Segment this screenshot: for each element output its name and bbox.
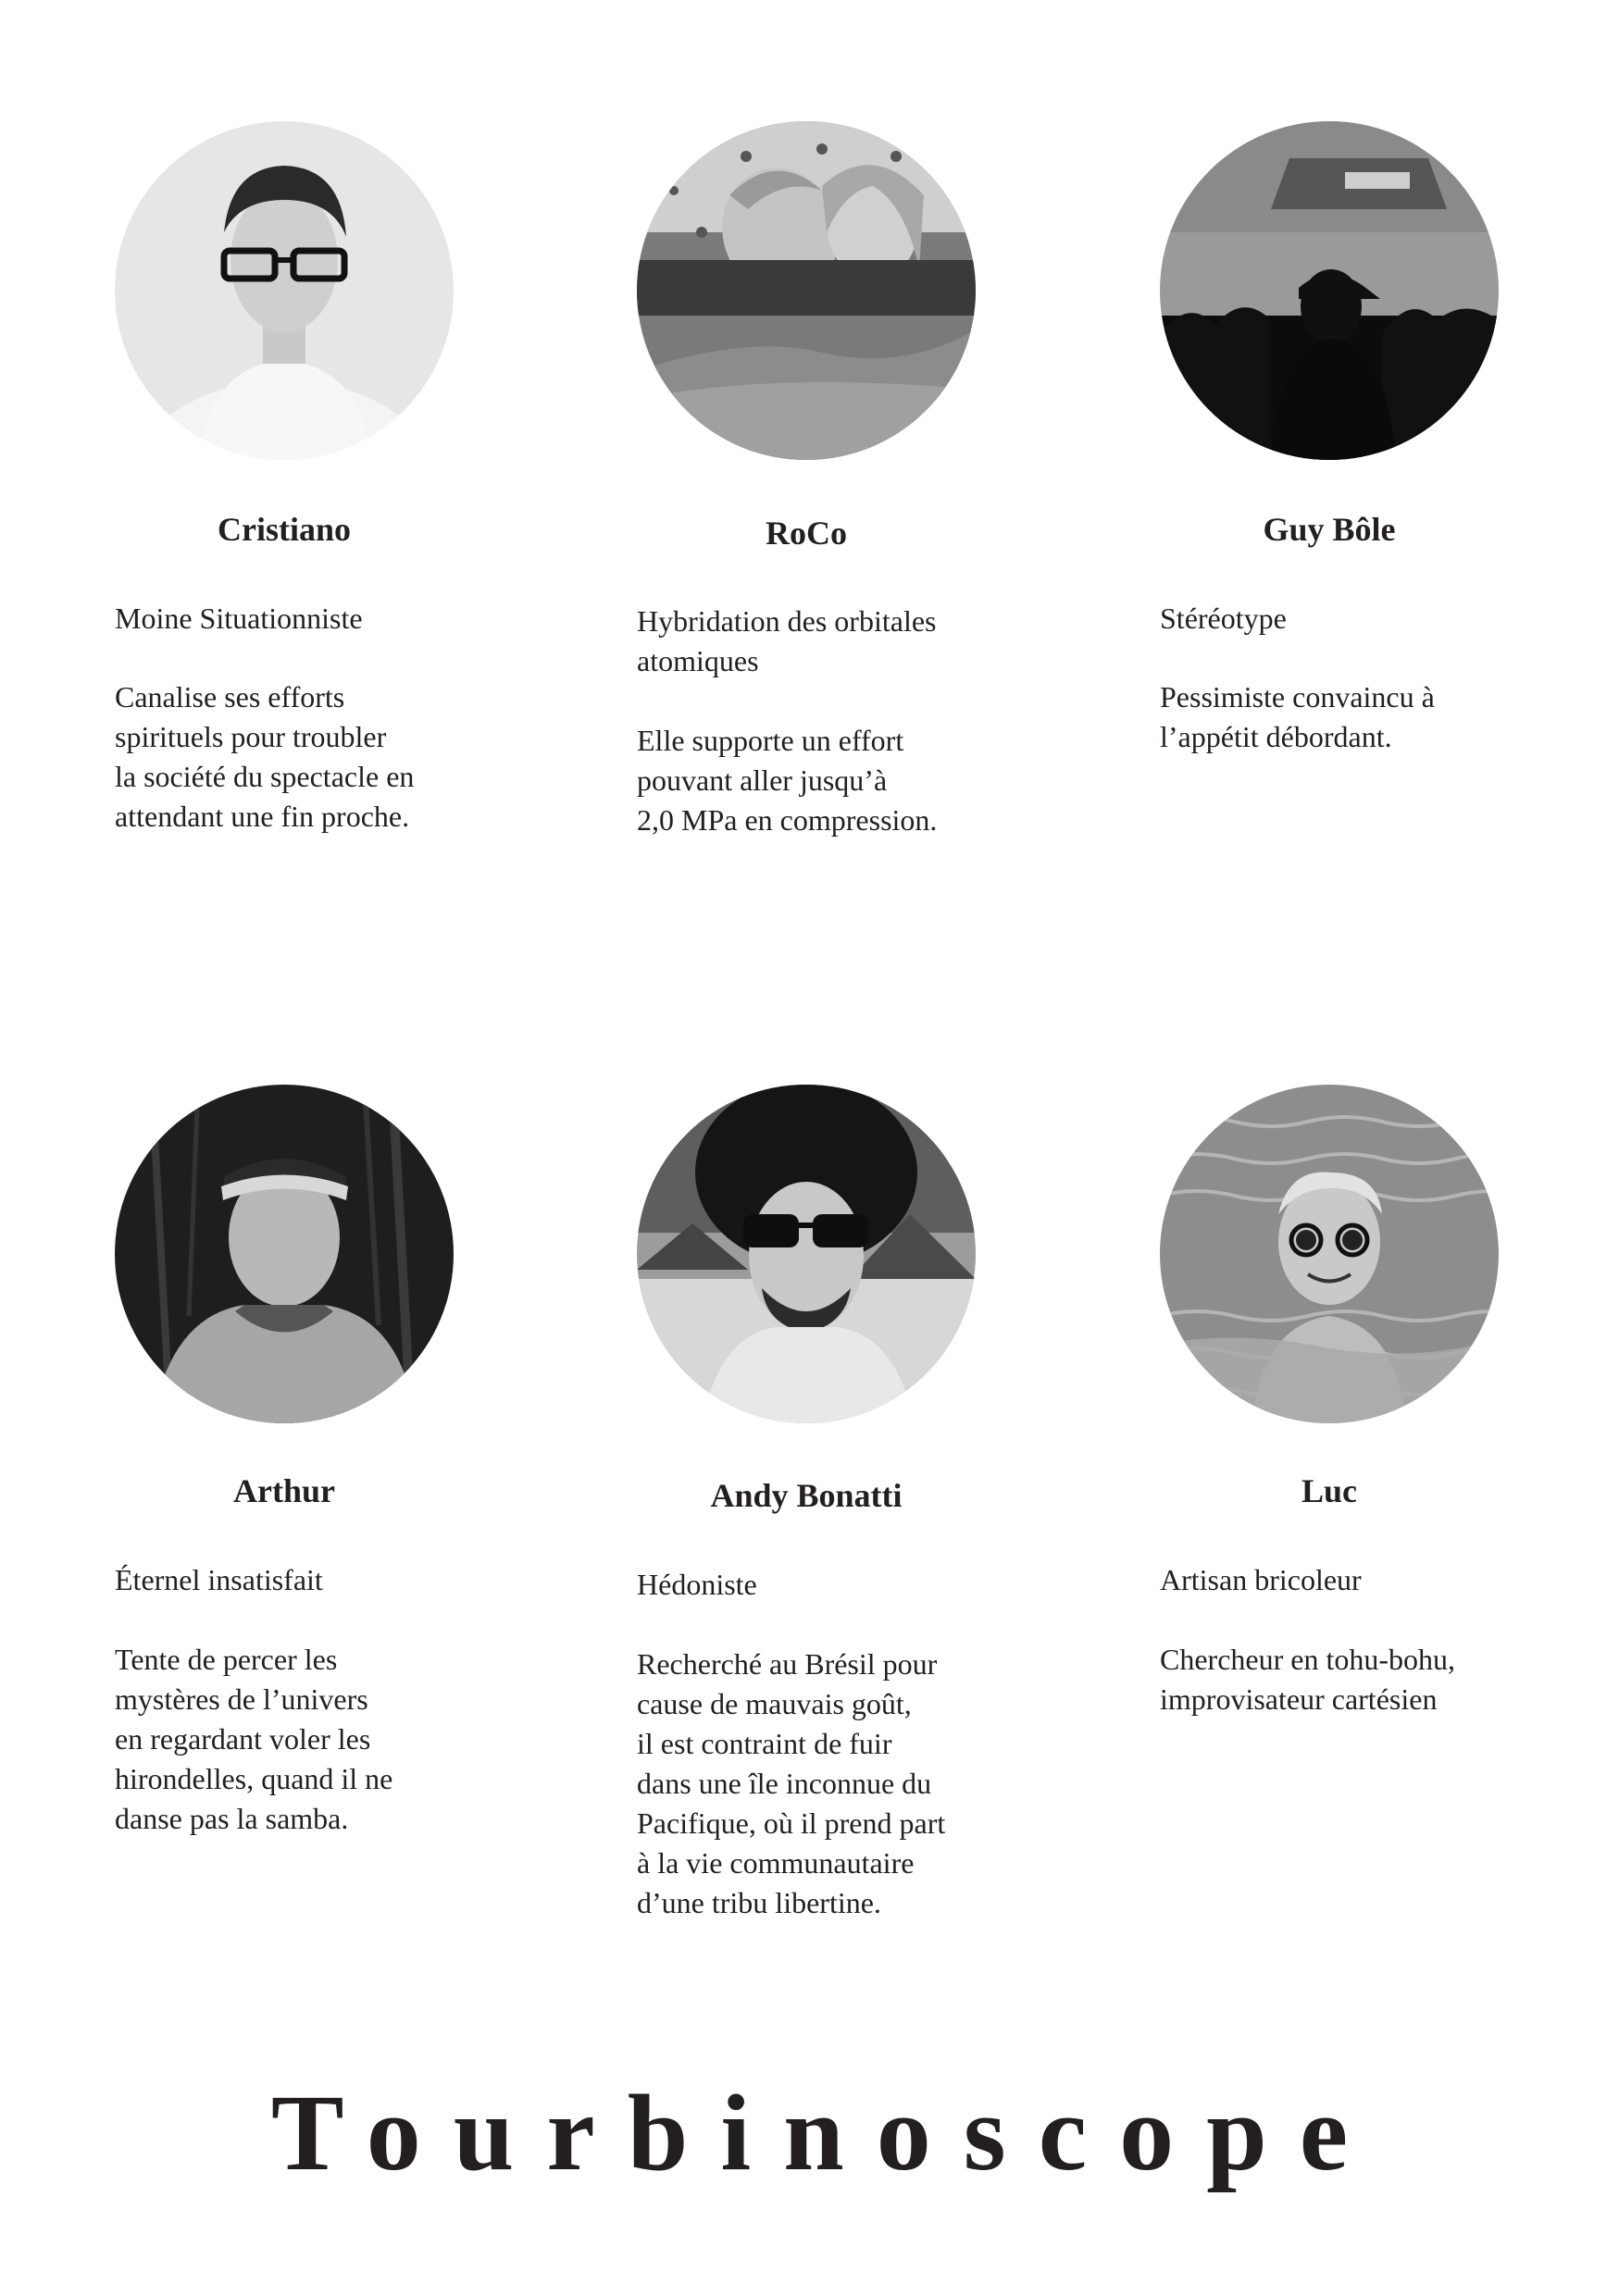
member-description: Canalise ses efforts spirituels pour tro… — [115, 680, 415, 833]
portrait-photo-andy-bonatti — [637, 1085, 976, 1423]
portrait-image — [637, 1085, 976, 1423]
member-description: Pessimiste convaincu à l’appétit déborda… — [1160, 680, 1435, 753]
portrait-image — [115, 1085, 454, 1423]
member-name: Guy Bôle — [1263, 511, 1396, 548]
page-title: Tourbinoscope — [270, 2072, 1381, 2193]
member-role: Éternel insatisfait — [115, 1563, 323, 1596]
member-role: Artisan bricoleur — [1160, 1563, 1362, 1596]
member-name: RoCo — [766, 515, 847, 552]
member-name: Arthur — [233, 1472, 335, 1509]
portrait-photo-guy-bole — [1160, 121, 1499, 460]
portrait-photo-arthur — [115, 1085, 454, 1423]
portrait-photo-cristiano — [115, 121, 454, 460]
member-role: Hédoniste — [637, 1568, 757, 1601]
member-name: Andy Bonatti — [710, 1477, 903, 1514]
member-description: Tente de percer les mystères de l’univer… — [115, 1643, 393, 1835]
member-description: Elle supporte un effort pouvant aller ju… — [637, 724, 938, 837]
member-name: Luc — [1301, 1472, 1357, 1509]
portrait-photo-roco — [637, 121, 976, 460]
member-card-cristiano: Cristiano Moine Situationniste Canalise … — [115, 121, 504, 880]
portrait-image — [115, 121, 454, 460]
member-card-arthur: Arthur Éternel insatisfait Tente de perc… — [115, 1085, 504, 1880]
portrait-image — [1160, 121, 1499, 460]
portrait-image — [1160, 1085, 1499, 1423]
member-card-roco: RoCo Hybridation des orbitales atomiques… — [637, 121, 1026, 880]
member-role: Moine Situationniste — [115, 602, 363, 635]
member-role: Hybridation des orbitales atomiques — [637, 604, 937, 677]
portrait-photo-luc — [1160, 1085, 1499, 1423]
member-card-guy-bole: Guy Bôle Stéréotype Pessimiste convaincu… — [1160, 121, 1549, 880]
member-card-andy-bonatti: Andy Bonatti Hédoniste Recherché au Brés… — [637, 1085, 1026, 1936]
member-card-luc: Luc Artisan bricoleur Chercheur en tohu-… — [1160, 1085, 1549, 1843]
member-description: Chercheur en tohu-bohu, improvisateur ca… — [1160, 1643, 1456, 1716]
member-name: Cristiano — [218, 511, 351, 548]
member-description: Recherché au Brésil pour cause de mauvai… — [637, 1647, 946, 1919]
member-role: Stéréotype — [1160, 602, 1287, 635]
portrait-image — [637, 121, 976, 460]
